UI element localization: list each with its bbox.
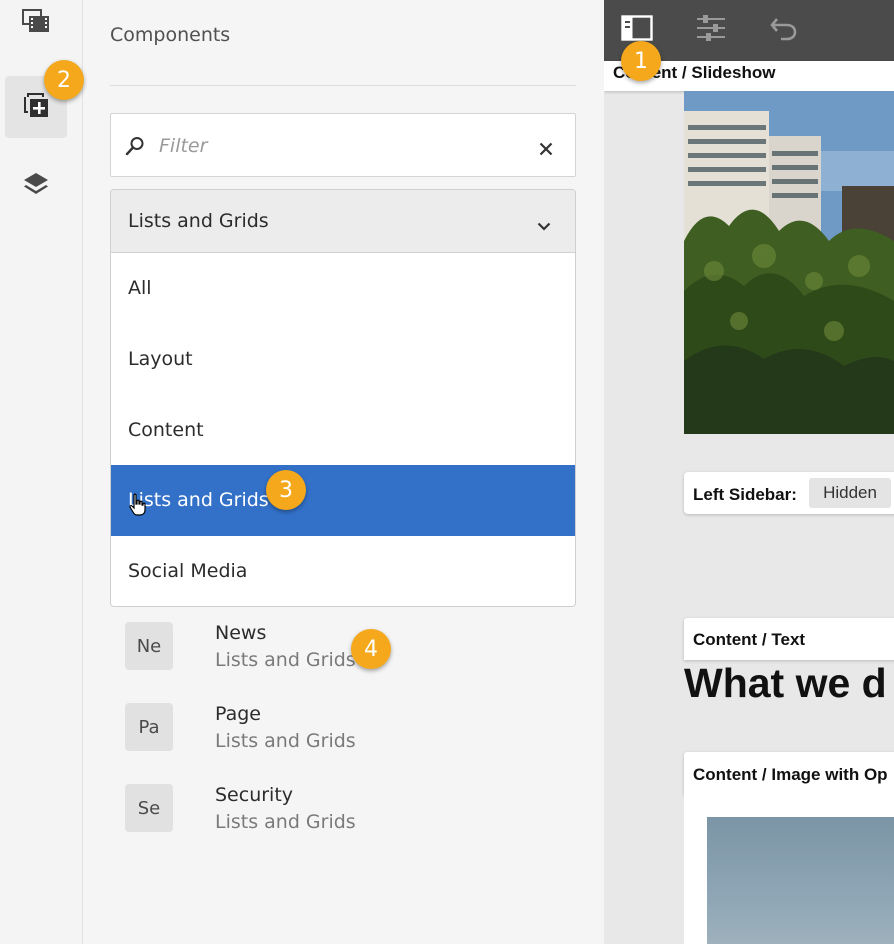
group-option-label: All [128,277,152,299]
panel-title: Components [110,24,231,46]
group-select-button[interactable]: Lists and Grids [111,190,575,253]
component-name: News [215,622,267,644]
image-component-label[interactable]: Content / Image with Op [684,752,894,795]
component-item[interactable]: Pa Page Lists and Grids [125,703,545,765]
image-component[interactable] [684,795,894,944]
group-option-lists-and-grids[interactable]: Lists and Grids [111,465,575,536]
callout-1: 1 [621,41,661,81]
group-option-label: Content [128,419,204,441]
search-icon [125,136,145,160]
callout-4: 4 [351,629,391,669]
layers-icon [22,170,50,202]
group-option-label: Social Media [128,560,248,582]
component-badge: Pa [125,703,173,751]
callout-4-number: 4 [364,636,378,662]
callout-2: 2 [44,60,84,100]
page-properties-icon [695,15,727,45]
left-sidebar-label: Left Sidebar: [693,485,797,504]
text-component-label[interactable]: Content / Text [684,618,894,660]
callout-1-number: 1 [634,48,648,74]
divider [110,85,576,86]
clear-icon[interactable] [539,141,553,160]
rail-assets-button[interactable] [5,0,67,54]
callout-2-number: 2 [57,67,71,93]
components-icon [22,91,50,123]
undo-button[interactable] [762,8,806,52]
page-properties-button[interactable] [689,8,733,52]
slideshow-image[interactable] [684,91,894,434]
components-panel: Components Lists and Grids All Layout Co… [83,0,604,944]
assets-icon [21,6,51,40]
callout-3-number: 3 [279,477,293,503]
group-option-social-media[interactable]: Social Media [111,536,575,606]
filter-field [110,113,576,177]
sidebar-hidden-button[interactable]: Hidden [809,478,891,508]
group-option-all[interactable]: All [111,253,575,324]
component-group: Lists and Grids [215,811,356,833]
component-group: Lists and Grids [215,730,356,752]
component-item[interactable]: Ne News Lists and Grids [125,622,545,684]
group-option-label: Layout [128,348,193,370]
group-option-content[interactable]: Content [111,395,575,466]
page-heading: What we d [684,660,887,706]
component-name: Page [215,703,261,725]
component-group: Lists and Grids [215,649,356,671]
page-editor: Content / Slideshow Left Sidebar: Hidden… [604,0,894,944]
component-badge: Ne [125,622,173,670]
filter-input[interactable] [159,128,519,164]
group-option-layout[interactable]: Layout [111,324,575,395]
component-name: Security [215,784,294,806]
left-rail [0,0,83,944]
component-item[interactable]: Se Security Lists and Grids [125,784,545,846]
left-sidebar-toolbar: Left Sidebar: Hidden [684,472,894,514]
undo-icon [769,15,799,45]
image-placeholder [707,817,894,944]
group-select: Lists and Grids All Layout Content Lists… [110,189,576,607]
component-badge: Se [125,784,173,832]
hand-cursor-icon [128,493,541,522]
rail-layers-button[interactable] [5,155,67,217]
group-select-value: Lists and Grids [128,210,269,232]
chevron-down-icon [537,216,551,235]
callout-3: 3 [266,470,306,510]
